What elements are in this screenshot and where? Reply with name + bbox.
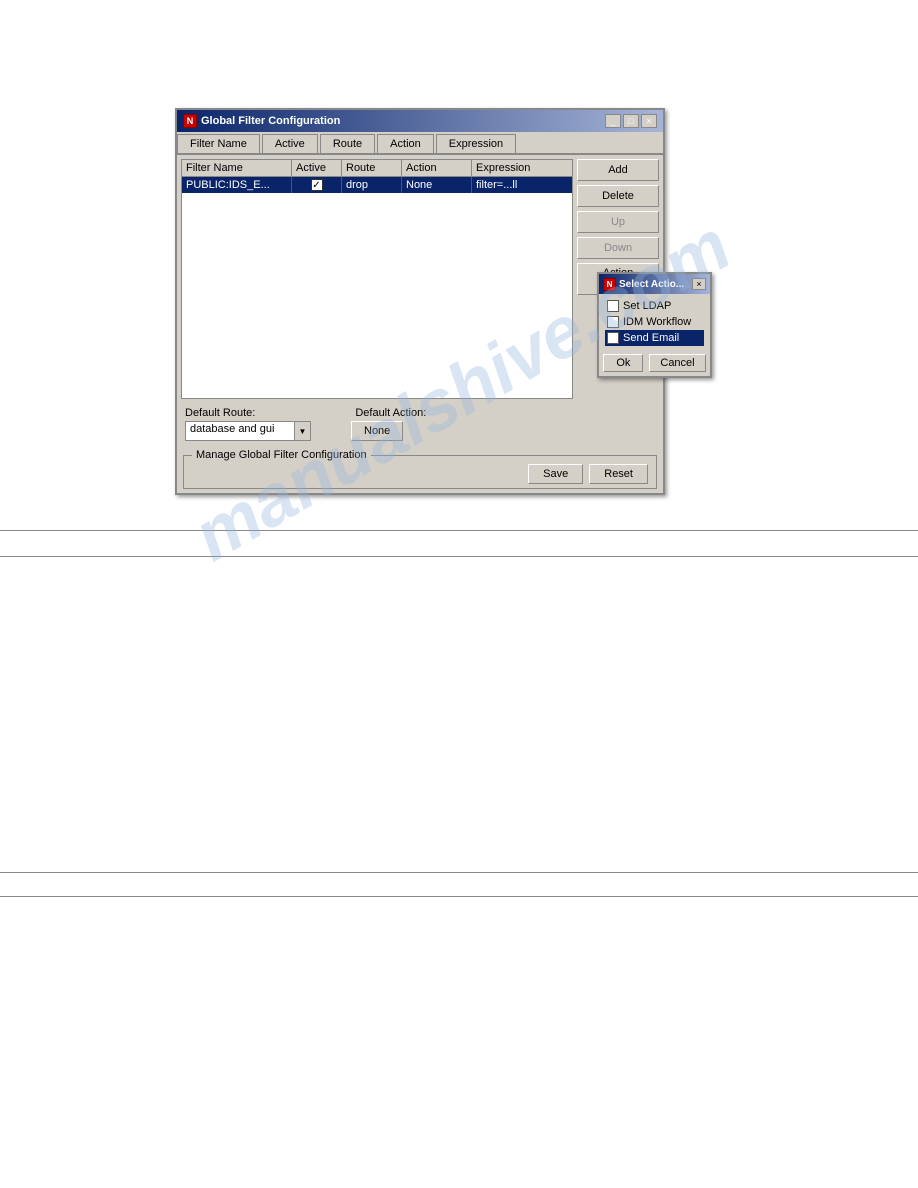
cell-filter-name: PUBLIC:IDS_E... [182,177,292,193]
divider-mid [0,556,918,557]
global-filter-dialog: N Global Filter Configuration _ □ × Filt… [175,108,665,495]
select-action-dialog: N Select Actio... × Set LDAP IDM Workflo… [597,272,712,378]
divider-bottom1 [0,872,918,873]
col-filter-name: Filter Name [182,160,292,176]
maximize-button[interactable]: □ [623,114,639,128]
manage-legend: Manage Global Filter Configuration [192,449,371,461]
default-route-input[interactable]: database and gui [185,421,295,441]
manage-section: Manage Global Filter Configuration Save … [183,455,657,489]
table-header: Filter Name Active Route Action Expressi… [182,160,572,177]
tab-filter-name[interactable]: Filter Name [177,134,260,153]
idm-workflow-checkbox[interactable] [607,316,619,328]
dialog-title: Global Filter Configuration [201,115,340,127]
default-action-label: Default Action: [355,407,426,419]
cell-action: None [402,177,472,193]
col-expression: Expression [472,160,572,176]
tab-expression[interactable]: Expression [436,134,516,153]
down-button[interactable]: Down [577,237,659,259]
popup-ok-button[interactable]: Ok [603,354,643,372]
tab-action[interactable]: Action [377,134,434,153]
tab-bar: Filter Name Active Route Action Expressi… [177,132,663,155]
delete-button[interactable]: Delete [577,185,659,207]
popup-cancel-button[interactable]: Cancel [649,354,705,372]
up-button[interactable]: Up [577,211,659,233]
add-button[interactable]: Add [577,159,659,181]
field-row: database and gui ▼ None [185,421,655,441]
cell-route: drop [342,177,402,193]
tab-route[interactable]: Route [320,134,375,153]
active-checkbox[interactable]: ✓ [311,179,323,191]
title-bar-left: N Global Filter Configuration [183,114,340,128]
idm-workflow-label: IDM Workflow [623,316,691,328]
table-row[interactable]: PUBLIC:IDS_E... ✓ drop None filter=...ll [182,177,572,193]
popup-close-button[interactable]: × [692,278,706,290]
popup-title: Select Actio... [619,279,684,290]
minimize-button[interactable]: _ [605,114,621,128]
popup-app-icon: N [603,278,616,291]
close-button[interactable]: × [641,114,657,128]
popup-item-idm-workflow[interactable]: IDM Workflow [605,314,704,330]
col-active: Active [292,160,342,176]
send-email-checkbox[interactable]: ✓ [607,332,619,344]
label-row: Default Route: Default Action: [185,407,655,419]
popup-title-left: N Select Actio... [603,278,684,291]
default-route-field: database and gui ▼ [185,421,311,441]
save-button[interactable]: Save [528,464,583,484]
set-ldap-checkbox[interactable] [607,300,619,312]
col-action: Action [402,160,472,176]
popup-title-bar: N Select Actio... × [599,274,710,294]
main-content: Filter Name Active Route Action Expressi… [177,155,663,403]
title-bar: N Global Filter Configuration _ □ × [177,110,663,132]
default-action-button[interactable]: None [351,421,403,441]
popup-content: Set LDAP IDM Workflow ✓ Send Email [599,294,710,350]
divider-bottom2 [0,896,918,897]
col-route: Route [342,160,402,176]
popup-item-send-email[interactable]: ✓ Send Email [605,330,704,346]
title-buttons: _ □ × [605,114,657,128]
manage-buttons: Save Reset [192,460,648,484]
default-route-arrow[interactable]: ▼ [295,421,311,441]
cell-expression: filter=...ll [472,177,572,193]
cell-active: ✓ [292,177,342,193]
default-route-label: Default Route: [185,407,255,419]
tab-active[interactable]: Active [262,134,318,153]
set-ldap-label: Set LDAP [623,300,671,312]
popup-item-set-ldap[interactable]: Set LDAP [605,298,704,314]
filter-table: Filter Name Active Route Action Expressi… [181,159,573,399]
reset-button[interactable]: Reset [589,464,648,484]
bottom-section: Default Route: Default Action: database … [177,403,663,451]
send-email-label: Send Email [623,332,679,344]
popup-buttons: Ok Cancel [599,350,710,376]
app-icon: N [183,114,197,128]
divider-top [0,530,918,531]
